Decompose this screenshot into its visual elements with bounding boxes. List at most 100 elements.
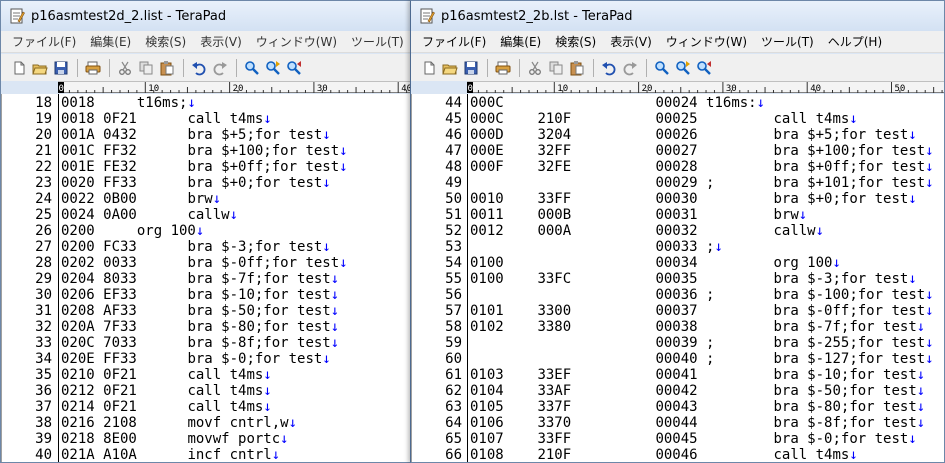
- undo-button[interactable]: [599, 58, 619, 78]
- cut-button[interactable]: [115, 58, 135, 78]
- source-text: bra $-127;for test: [773, 351, 926, 367]
- find-button[interactable]: [242, 58, 262, 78]
- left-editor-window[interactable]: p16asmtest2d_2.list - TeraPad ファイル(F) 編集(…: [0, 0, 414, 463]
- text-editor[interactable]: 18 0018 t16ms; ↓ 19 0018 0F21 call t4ms ↓ 20 001A 0…: [1, 94, 413, 462]
- redo-icon: [213, 61, 227, 75]
- print-button[interactable]: [83, 58, 103, 78]
- new-file-button[interactable]: [9, 58, 29, 78]
- address: 0204: [61, 271, 95, 287]
- menu-2[interactable]: 検索(S): [138, 31, 193, 52]
- menu-0[interactable]: ファイル(F): [5, 31, 83, 52]
- eol-mark: ↓: [339, 159, 348, 175]
- copy-button[interactable]: [136, 58, 156, 78]
- code-line: 27 0200 FC33 bra $-3;for test ↓: [2, 239, 413, 255]
- source-text: t16ms;: [136, 95, 188, 111]
- line-number: 38: [35, 415, 52, 431]
- paste-button[interactable]: [157, 58, 177, 78]
- menu-1[interactable]: 編集(E): [493, 31, 548, 52]
- new-file-icon: [424, 61, 435, 74]
- ruler-label: 40: [810, 84, 821, 93]
- address: 020C: [61, 335, 95, 351]
- find-icon: [245, 60, 259, 75]
- menu-6[interactable]: ヘルプ(H): [821, 31, 889, 52]
- menu-3[interactable]: 表示(V): [193, 31, 249, 52]
- line-number: 51: [445, 207, 462, 223]
- opcode: 0F21: [103, 383, 137, 399]
- undo-button[interactable]: [189, 58, 209, 78]
- menu-3[interactable]: 表示(V): [603, 31, 659, 52]
- code-line: 34 020E FF33 bra $-0;for test ↓: [2, 351, 413, 367]
- title-bar[interactable]: p16asmtest2_2b.lst - TeraPad: [411, 1, 944, 31]
- eol-mark: ↓: [925, 287, 934, 303]
- eol-mark: ↓: [280, 431, 289, 447]
- menu-5[interactable]: ツール(T): [754, 31, 821, 52]
- opcode: 0432: [103, 127, 137, 143]
- right-editor-window[interactable]: p16asmtest2_2b.lst - TeraPad ファイル(F) 編集(E…: [410, 0, 945, 463]
- opcode: 3300: [537, 303, 572, 319]
- redo-button[interactable]: [620, 58, 640, 78]
- new-file-button[interactable]: [419, 58, 439, 78]
- find-prev-button[interactable]: [284, 58, 304, 78]
- listing-line-number: 00026: [655, 127, 698, 143]
- address: 001E: [61, 159, 95, 175]
- menu-0[interactable]: ファイル(F): [415, 31, 493, 52]
- address: 0101: [470, 303, 504, 319]
- code-line: 66 0108 210F 00046 call t4ms ↓: [412, 447, 944, 462]
- line-number: 32: [35, 319, 52, 335]
- listing-line-number: 00039 ;: [655, 335, 715, 351]
- source-text: bra $-50;for test: [773, 383, 917, 399]
- paste-button[interactable]: [567, 58, 587, 78]
- code-line: 40 021A A10A incf cntrl ↓: [2, 447, 413, 462]
- eol-mark: ↓: [925, 159, 934, 175]
- find-next-button[interactable]: [263, 58, 283, 78]
- menu-2[interactable]: 検索(S): [548, 31, 603, 52]
- eol-mark: ↓: [229, 207, 239, 223]
- find-next-button[interactable]: [673, 58, 693, 78]
- line-number: 19: [35, 111, 52, 127]
- code-line: 62 0104 33AF 00042 bra $-50;for test ↓: [412, 383, 944, 399]
- code-line: 52 0012 000A 00032 callw ↓: [412, 223, 944, 239]
- save-button[interactable]: [51, 58, 71, 78]
- toolbar-separator: [109, 58, 110, 77]
- column-ruler: 0 10 20 30 40: [58, 81, 413, 93]
- code-line: 23 0020 FF33 bra $+0;for test ↓: [2, 175, 413, 191]
- save-button[interactable]: [461, 58, 481, 78]
- menu-1[interactable]: 編集(E): [83, 31, 138, 52]
- paste-icon: [570, 60, 584, 75]
- menu-4[interactable]: ウィンドウ(W): [249, 31, 344, 52]
- line-number: 23: [35, 175, 52, 191]
- find-prev-button[interactable]: [694, 58, 714, 78]
- open-folder-button[interactable]: [30, 58, 50, 78]
- menu-4[interactable]: ウィンドウ(W): [659, 31, 754, 52]
- listing-line-number: 00040 ;: [655, 351, 715, 367]
- paste-icon: [160, 60, 174, 75]
- eol-mark: ↓: [916, 319, 926, 335]
- text-editor[interactable]: 44 000C 00024 t16ms: ↓ 45 000C 210F 00025 call t4…: [411, 94, 944, 462]
- title-bar[interactable]: p16asmtest2d_2.list - TeraPad: [1, 1, 413, 31]
- code-line: 24 0022 0B00 brw ↓: [2, 191, 413, 207]
- redo-button[interactable]: [210, 58, 230, 78]
- listing-line-number: 00024: [655, 95, 698, 111]
- print-button[interactable]: [493, 58, 513, 78]
- open-folder-button[interactable]: [440, 58, 460, 78]
- address: 0024: [61, 207, 95, 223]
- copy-button[interactable]: [546, 58, 566, 78]
- redo-icon: [623, 61, 637, 75]
- eol-mark: ↓: [916, 399, 926, 415]
- code-line: 28 0202 0033 bra $-0ff;for test ↓: [2, 255, 413, 271]
- listing-line-number: 00025: [655, 111, 698, 127]
- open-folder-icon: [32, 64, 48, 74]
- menu-5[interactable]: ツール(T): [344, 31, 411, 52]
- address: 000C: [470, 111, 504, 127]
- cut-button[interactable]: [525, 58, 545, 78]
- eol-mark: ↓: [925, 303, 934, 319]
- source-text: bra $+5;for test: [187, 127, 323, 143]
- code-line: 29 0204 8033 bra $-7f;for test ↓: [2, 271, 413, 287]
- address: 000C: [470, 95, 504, 111]
- listing-line-number: 00036 ;: [655, 287, 715, 303]
- find-button[interactable]: [652, 58, 672, 78]
- source-text: t16ms:: [706, 95, 757, 111]
- eol-mark: ↓: [263, 367, 272, 383]
- opcode: 7033: [103, 335, 137, 351]
- eol-mark: ↓: [916, 367, 926, 383]
